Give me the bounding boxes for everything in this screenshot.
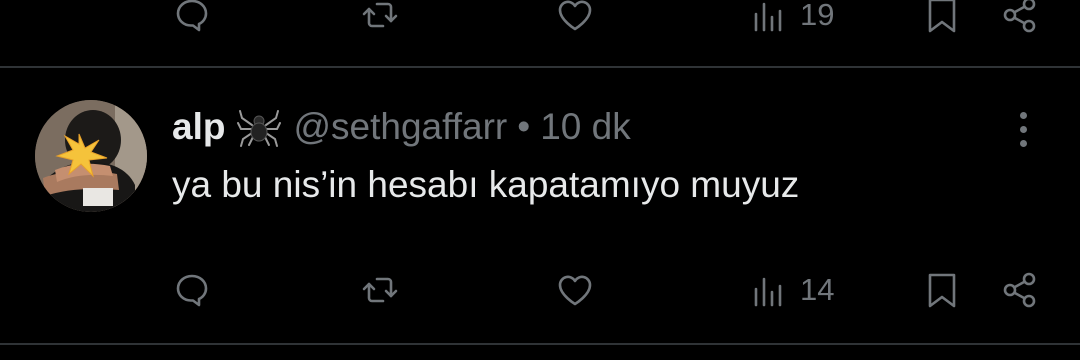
retweet-icon [362,277,398,303]
tweet-text: ya bu nis’in hesabı kapatamıyo muyuz [172,164,800,205]
views-button[interactable]: 14 [750,260,834,320]
views-count: 14 [800,272,835,307]
views-button[interactable]: 19 [750,0,834,45]
retweet-icon [362,2,398,28]
reply-icon [176,274,208,307]
tweet-divider [0,343,1080,345]
retweet-button[interactable] [360,260,400,320]
heart-icon [558,275,592,306]
share-icon [1003,0,1036,33]
previous-tweet-actions: 19 [0,0,1080,45]
views-chart-icon [754,277,782,307]
bookmark-button[interactable] [922,0,962,45]
retweet-button[interactable] [360,0,400,45]
tweet-actions: 14 [0,260,1080,320]
reply-button[interactable] [172,260,212,320]
share-icon [1003,272,1036,308]
avatar-image [35,100,147,212]
bookmark-icon [928,273,956,308]
separator-dot: • [517,106,531,147]
like-button[interactable] [555,260,595,320]
bookmark-button[interactable] [922,260,962,320]
avatar[interactable] [35,100,147,212]
tweet-divider [0,66,1080,68]
tweet-time[interactable]: 10 dk [540,106,631,148]
share-button[interactable] [1000,0,1040,45]
bookmark-icon [928,0,956,33]
reply-button[interactable] [172,0,212,45]
spider-icon [237,110,282,147]
author-name[interactable]: alp [172,106,225,148]
more-dot [1019,125,1027,133]
more-dot [1019,111,1027,119]
views-count: 19 [800,0,835,32]
like-button[interactable] [555,0,595,45]
author-handle[interactable]: @sethgaffarr [293,106,507,148]
tweet-header: alp @sethgaffarr • 10 dk [172,104,631,150]
views-chart-icon [754,2,782,32]
more-options-button[interactable] [1003,104,1043,154]
reply-icon [176,0,208,32]
heart-icon [558,0,592,31]
share-button[interactable] [1000,260,1040,320]
more-dot [1019,139,1027,147]
